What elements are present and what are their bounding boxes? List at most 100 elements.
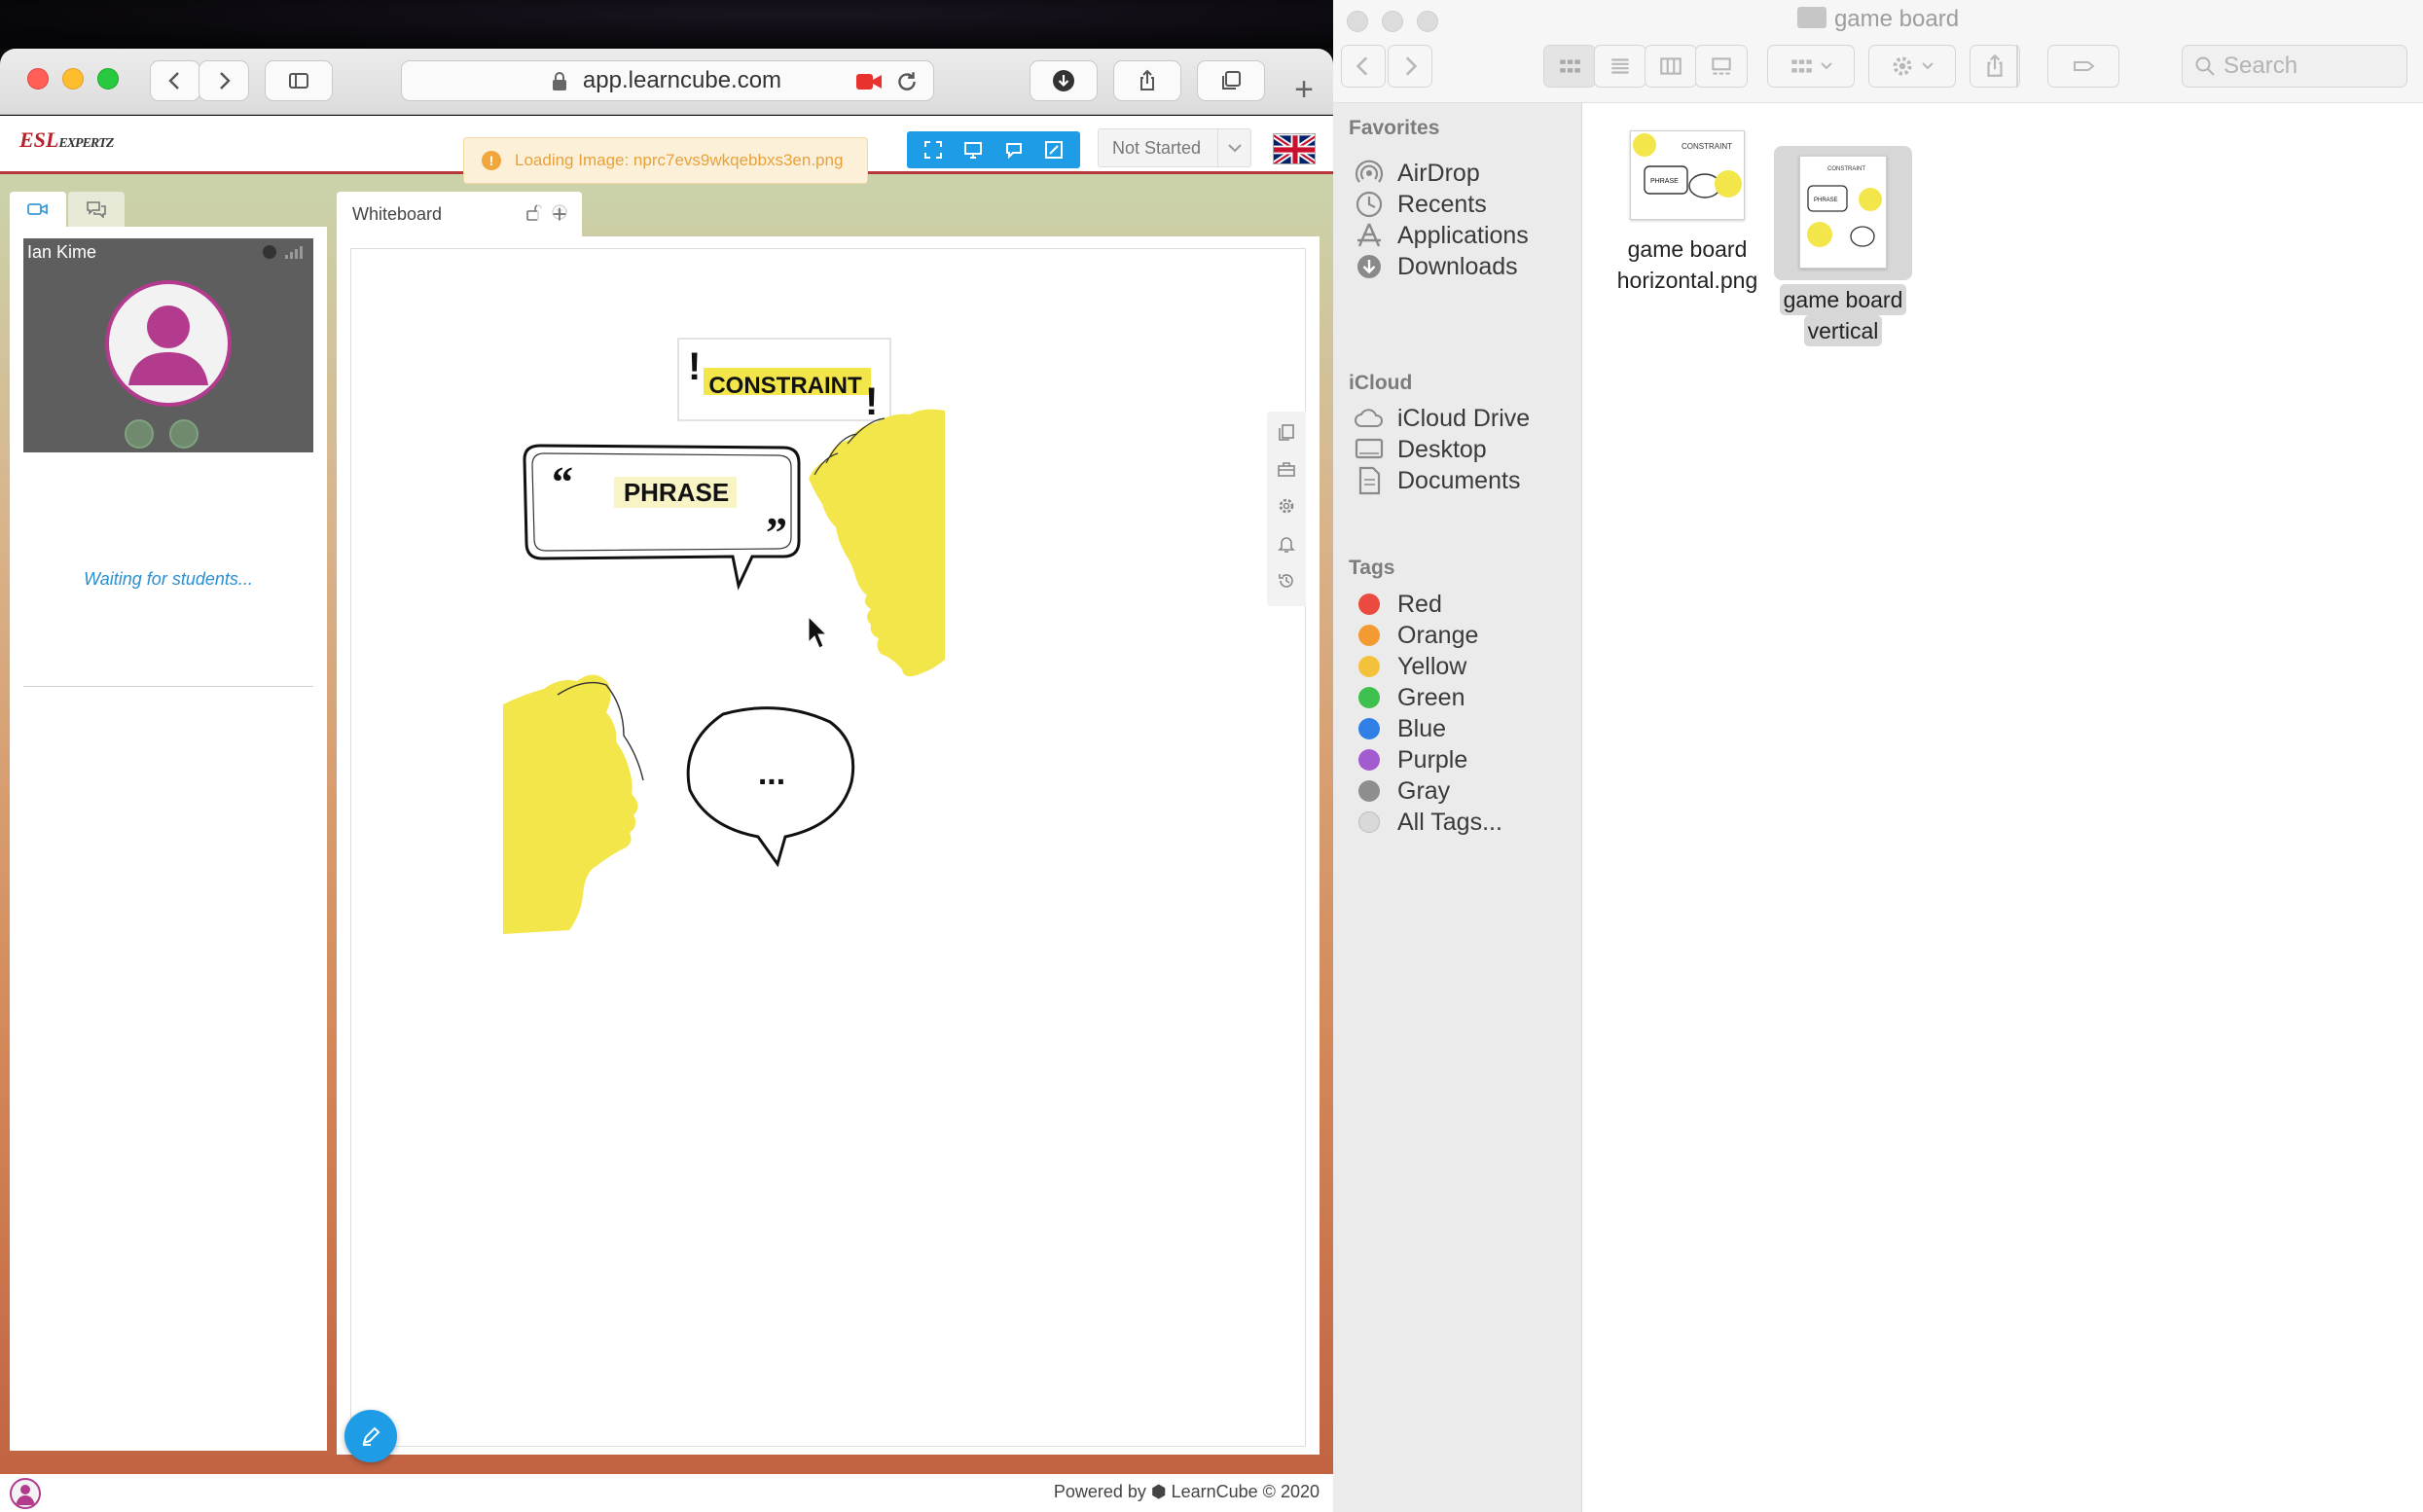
sidebar-item-documents[interactable]: Documents [1353, 461, 1520, 500]
eslexpertz-logo[interactable]: ESLEXPERTZ [19, 127, 114, 153]
uk-flag-icon[interactable] [1273, 133, 1316, 164]
tabs-overview-button[interactable] [1197, 60, 1265, 101]
finder-title: game board [1333, 6, 2423, 33]
gear-icon [1279, 499, 1294, 514]
pen-tool-button[interactable] [344, 1410, 397, 1462]
minimize-window-button[interactable] [62, 68, 84, 90]
phrase-bubble[interactable]: “ ” PHRASE [523, 444, 801, 591]
finder-title-text: game board [1833, 6, 1960, 32]
screen-view-button[interactable] [959, 136, 987, 163]
sidebar-item-downloads[interactable]: Downloads [1353, 247, 1518, 286]
gallery-icon [1712, 57, 1731, 75]
camera-toggle-button[interactable] [169, 419, 199, 449]
phrase-label: PHRASE [624, 478, 729, 507]
tag-label: Blue [1397, 714, 1447, 742]
url-text: app.learncube.com [582, 67, 782, 93]
finder-search-field[interactable]: Search [2182, 45, 2407, 88]
powered-by-text: Powered by ⬢ LearnCube © 2020 [1053, 1482, 1320, 1501]
history-icon [1279, 574, 1293, 588]
tab-video[interactable] [10, 192, 66, 227]
copy-page-button[interactable] [1277, 422, 1296, 447]
mic-toggle-button[interactable] [125, 419, 154, 449]
group-by-button[interactable] [1767, 45, 1855, 88]
sidebar-toggle-button[interactable] [265, 60, 333, 101]
close-window-button[interactable] [27, 68, 49, 90]
file-item-selected[interactable]: CONSTRAINT PHRASE game board vertical [1763, 146, 1923, 346]
download-circle-icon [1053, 70, 1074, 91]
zoom-window-button[interactable] [97, 68, 119, 90]
fullscreen-button[interactable] [920, 136, 947, 163]
edit-view-button[interactable] [1040, 136, 1067, 163]
chat-view-button[interactable] [1000, 136, 1028, 163]
new-tab-button[interactable]: + [1283, 68, 1325, 111]
avatar [105, 280, 232, 407]
pencil-icon [362, 1426, 380, 1446]
edit-tags-button[interactable] [2047, 45, 2119, 88]
user-avatar-icon[interactable] [10, 1478, 41, 1509]
add-tab-button[interactable]: + [537, 192, 582, 236]
svg-text:!: ! [688, 345, 701, 388]
finder-back-button[interactable] [1341, 45, 1386, 88]
desktop-background [0, 0, 1333, 49]
downloads-button[interactable] [1030, 60, 1098, 101]
whiteboard-tab-label: Whiteboard [352, 203, 443, 224]
bell-icon [1278, 537, 1295, 553]
tag-color-dot [1358, 594, 1380, 615]
share-button[interactable] [1113, 60, 1181, 101]
chevron-down-icon [1821, 62, 1832, 70]
constraint-card[interactable]: ! ! CONSTRAINT [677, 338, 891, 423]
reload-icon[interactable] [894, 69, 920, 94]
history-button[interactable] [1277, 571, 1296, 595]
toolbox-icon [1278, 462, 1295, 477]
svg-text:PHRASE: PHRASE [1650, 178, 1679, 185]
file-name-line2: horizontal.png [1616, 268, 1758, 293]
tab-chat[interactable] [68, 192, 125, 227]
gallery-view-button[interactable] [1695, 45, 1748, 88]
warning-icon: ! [482, 151, 501, 170]
columns-icon [1660, 57, 1682, 75]
safari-window: app.learncube.com + ESLEXPERTZ ! Loading… [0, 0, 1333, 1512]
tag-color-dot [1358, 811, 1380, 833]
icon-view-button[interactable] [1543, 45, 1596, 88]
list-view-button[interactable] [1594, 45, 1646, 88]
tag-color-dot [1358, 687, 1380, 708]
mouse-cursor [808, 615, 828, 649]
notifications-button[interactable] [1277, 534, 1296, 558]
logo-main-text: ESL [19, 127, 59, 152]
constraint-label: CONSTRAINT [708, 373, 862, 399]
finder-forward-button[interactable] [1388, 45, 1432, 88]
sidebar-item-label: Recents [1397, 190, 1487, 218]
toolbox-button[interactable] [1277, 459, 1296, 484]
camera-recording-icon[interactable] [855, 71, 883, 92]
lesson-status-select[interactable]: Not Started [1098, 128, 1251, 167]
tag-color-dot [1358, 625, 1380, 646]
svg-text:CONSTRAINT: CONSTRAINT [1682, 142, 1732, 151]
record-dot-icon [263, 245, 276, 259]
sidebar-icon [289, 73, 308, 89]
left-panel-tabs [10, 192, 128, 227]
chevron-right-icon [220, 72, 231, 90]
address-bar[interactable]: app.learncube.com [401, 60, 934, 101]
finder-share-button[interactable] [1970, 45, 2020, 88]
sidebar-item-label: Downloads [1397, 252, 1518, 280]
edit-icon [1045, 141, 1064, 159]
gear-icon [1893, 56, 1912, 76]
chevron-down-icon [1217, 129, 1250, 166]
whiteboard-canvas[interactable]: ! ! CONSTRAINT “ ” PHRASE ... [350, 248, 1306, 1447]
column-view-button[interactable] [1645, 45, 1697, 88]
divider [23, 686, 313, 687]
action-menu-button[interactable] [1868, 45, 1956, 88]
file-item[interactable]: CONSTRAINT PHRASE game board horizontal.pn… [1594, 130, 1781, 296]
back-button[interactable] [150, 60, 200, 101]
tag-label: Green [1397, 683, 1465, 711]
whiteboard-side-toolbar [1267, 412, 1306, 606]
forward-button[interactable] [199, 60, 249, 101]
logo-sub-text: EXPERTZ [58, 136, 114, 151]
sidebar-all-tags[interactable]: All Tags... [1353, 803, 1502, 842]
sidebar-item-label: Documents [1397, 466, 1521, 494]
monitor-icon [964, 142, 983, 159]
grid-icon [1560, 59, 1580, 73]
settings-button[interactable] [1277, 496, 1296, 521]
tag-label: Purple [1397, 745, 1468, 774]
ellipsis-bubble[interactable]: ... [686, 706, 855, 868]
